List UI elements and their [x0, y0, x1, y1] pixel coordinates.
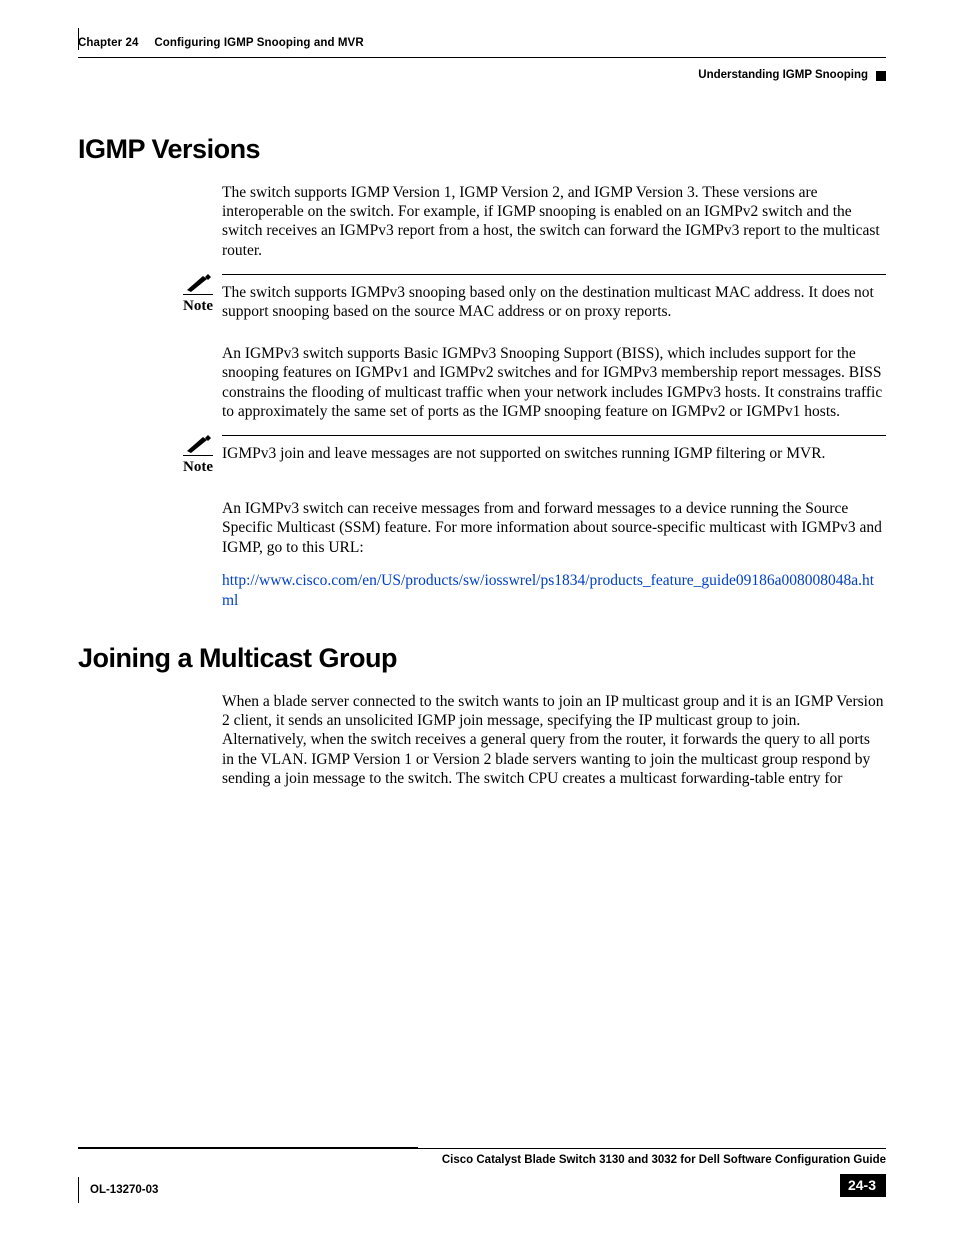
header-square-decor	[876, 71, 886, 81]
note-icon	[185, 435, 211, 453]
section-title: Understanding IGMP Snooping	[698, 68, 868, 82]
note-icon	[185, 274, 211, 292]
page-content: IGMP Versions The switch supports IGMP V…	[78, 133, 886, 789]
note-text: The switch supports IGMPv3 snooping base…	[222, 283, 886, 322]
running-header: Chapter 24 Configuring IGMP Snooping and…	[78, 0, 886, 83]
footer-doc-id: OL-13270-03	[90, 1183, 158, 1197]
note-label: Note	[183, 297, 213, 316]
page-number-badge: 24-3	[840, 1174, 886, 1198]
note-block-1: Note The switch supports IGMPv3 snooping…	[174, 274, 886, 322]
chapter-title: Configuring IGMP Snooping and MVR	[154, 37, 363, 49]
para-biss: An IGMPv3 switch supports Basic IGMPv3 S…	[222, 344, 884, 422]
footer-guide-title: Cisco Catalyst Blade Switch 3130 and 303…	[78, 1153, 886, 1167]
note-label: Note	[183, 458, 213, 477]
page-footer: Cisco Catalyst Blade Switch 3130 and 303…	[78, 1148, 886, 1197]
para-ssm: An IGMPv3 switch can receive messages fr…	[222, 499, 884, 557]
external-link[interactable]: http://www.cisco.com/en/US/products/sw/i…	[222, 572, 874, 608]
note-block-2: Note IGMPv3 join and leave messages are …	[174, 435, 886, 477]
note-text: IGMPv3 join and leave messages are not s…	[222, 444, 886, 463]
para-joining: When a blade server connected to the swi…	[222, 692, 884, 789]
heading-joining-multicast: Joining a Multicast Group	[78, 642, 886, 676]
heading-igmp-versions: IGMP Versions	[78, 133, 886, 167]
chapter-label: Chapter 24	[78, 37, 138, 49]
para-intro: The switch supports IGMP Version 1, IGMP…	[222, 183, 884, 261]
